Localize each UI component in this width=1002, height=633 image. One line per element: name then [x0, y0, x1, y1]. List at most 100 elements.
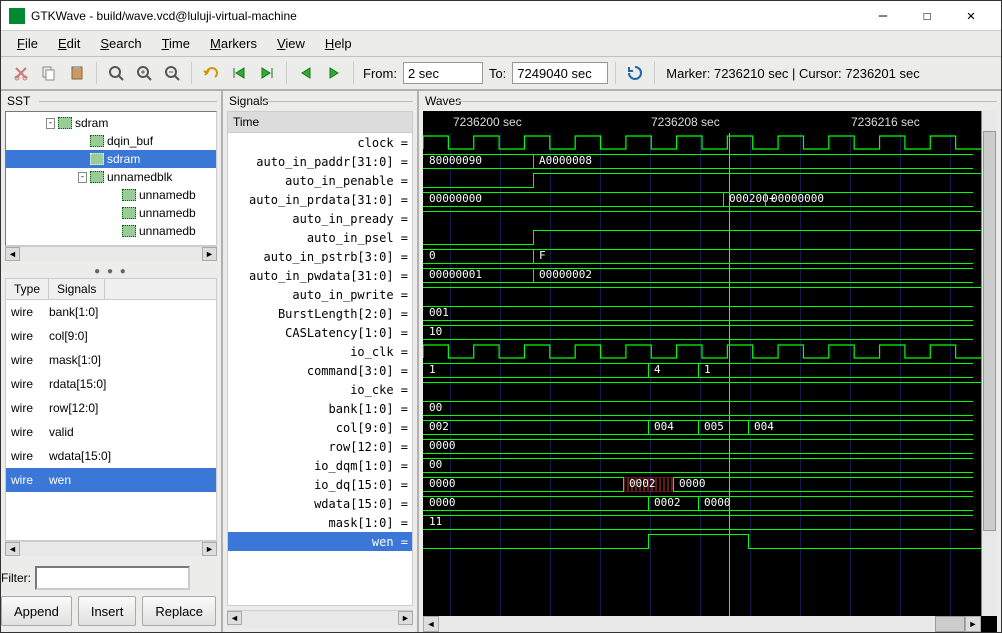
signal-list-row[interactable]: wirewdata[15:0] — [6, 444, 216, 468]
wave-track[interactable] — [423, 209, 981, 228]
signal-name-row[interactable]: col[9:0] = — [228, 418, 412, 437]
signal-name-row[interactable]: auto_in_psel = — [228, 228, 412, 247]
tree-hscrollbar[interactable]: ◄► — [5, 246, 217, 261]
signal-list-row[interactable]: wirecol[9:0] — [6, 324, 216, 348]
wave-track[interactable]: 11 — [423, 513, 981, 532]
signal-name-row[interactable]: io_cke = — [228, 380, 412, 399]
tree-node[interactable]: unnamedb — [6, 186, 216, 204]
signal-name-row[interactable]: CASLatency[1:0] = — [228, 323, 412, 342]
wave-track[interactable]: 002004005004 — [423, 418, 981, 437]
tree-node[interactable]: sdram — [6, 150, 216, 168]
zoom-in-icon[interactable] — [132, 61, 156, 85]
append-button[interactable]: Append — [1, 596, 72, 626]
wave-track[interactable] — [423, 285, 981, 304]
wave-track[interactable]: 00 — [423, 456, 981, 475]
col-type[interactable]: Type — [6, 279, 49, 299]
filter-input[interactable] — [35, 566, 190, 590]
wave-track[interactable] — [423, 532, 981, 551]
wave-track[interactable]: 0000 — [423, 437, 981, 456]
wave-track[interactable]: 141 — [423, 361, 981, 380]
signal-list-row[interactable]: wirewen — [6, 468, 216, 492]
signal-list-row[interactable]: wirebank[1:0] — [6, 300, 216, 324]
minimize-button[interactable]: — — [861, 2, 905, 30]
wave-track[interactable] — [423, 133, 981, 152]
paste-icon[interactable] — [65, 61, 89, 85]
undo-icon[interactable] — [199, 61, 223, 85]
signals-hscrollbar[interactable]: ◄► — [227, 610, 413, 628]
wave-track[interactable]: 0F — [423, 247, 981, 266]
signal-name-row[interactable]: wdata[15:0] = — [228, 494, 412, 513]
menu-help[interactable]: Help — [315, 32, 362, 55]
signal-name-row[interactable]: io_clk = — [228, 342, 412, 361]
cut-icon[interactable] — [9, 61, 33, 85]
zoom-out-icon[interactable] — [160, 61, 184, 85]
menu-edit[interactable]: Edit — [48, 32, 90, 55]
menu-file[interactable]: File — [7, 32, 48, 55]
menu-search[interactable]: Search — [90, 32, 151, 55]
copy-icon[interactable] — [37, 61, 61, 85]
signal-name-row[interactable]: wen = — [228, 532, 412, 551]
col-signals[interactable]: Signals — [49, 279, 105, 299]
wave-track[interactable] — [423, 171, 981, 190]
signal-name-row[interactable]: clock = — [228, 133, 412, 152]
signal-name-row[interactable]: auto_in_prdata[31:0] = — [228, 190, 412, 209]
signal-list-row[interactable]: wiremask[1:0] — [6, 348, 216, 372]
signal-list-row[interactable]: wirerow[12:0] — [6, 396, 216, 420]
signal-name-row[interactable]: io_dqm[1:0] = — [228, 456, 412, 475]
signal-name-row[interactable]: io_dq[15:0] = — [228, 475, 412, 494]
wave-track[interactable]: 00 — [423, 399, 981, 418]
wave-track[interactable] — [423, 342, 981, 361]
wave-vscrollbar[interactable] — [981, 111, 997, 616]
replace-button[interactable]: Replace — [142, 596, 216, 626]
to-input[interactable] — [512, 62, 608, 84]
seek-end-icon[interactable] — [255, 61, 279, 85]
menu-markers[interactable]: Markers — [200, 32, 267, 55]
signal-name-row[interactable]: auto_in_pstrb[3:0] = — [228, 247, 412, 266]
signal-name-row[interactable]: auto_in_penable = — [228, 171, 412, 190]
wave-hscrollbar[interactable]: ◄► — [423, 616, 981, 632]
wave-track[interactable] — [423, 380, 981, 399]
signal-name-row[interactable]: auto_in_pwrite = — [228, 285, 412, 304]
signal-name-row[interactable]: auto_in_paddr[31:0] = — [228, 152, 412, 171]
tree-node[interactable]: -unnamedblk — [6, 168, 216, 186]
signal-name-row[interactable]: auto_in_pready = — [228, 209, 412, 228]
signal-name-row[interactable]: auto_in_pwdata[31:0] = — [228, 266, 412, 285]
wave-track[interactable]: 001 — [423, 304, 981, 323]
prev-icon[interactable] — [294, 61, 318, 85]
hierarchy-tree[interactable]: -sdramdqin_bufsdram-unnamedblkunnamedbun… — [5, 111, 217, 246]
wave-track[interactable]: 0000000100000002 — [423, 266, 981, 285]
menu-time[interactable]: Time — [152, 32, 200, 55]
insert-button[interactable]: Insert — [78, 596, 137, 626]
zoom-fit-icon[interactable] — [104, 61, 128, 85]
splitter-handle[interactable]: ● ● ● — [1, 265, 221, 278]
next-icon[interactable] — [322, 61, 346, 85]
signal-list[interactable]: wirebank[1:0]wirecol[9:0]wiremask[1:0]wi… — [5, 300, 217, 541]
signal-name-row[interactable]: command[3:0] = — [228, 361, 412, 380]
signal-name-list[interactable]: clock =auto_in_paddr[31:0] =auto_in_pena… — [227, 132, 413, 606]
wave-track[interactable]: 000000020000 — [423, 475, 981, 494]
signal-name-row[interactable]: mask[1:0] = — [228, 513, 412, 532]
maximize-button[interactable]: ☐ — [905, 2, 949, 30]
close-button[interactable]: ✕ — [949, 2, 993, 30]
tree-node[interactable]: unnamedb — [6, 204, 216, 222]
wave-view[interactable]: 7236200 sec7236208 sec7236216 sec 800000… — [423, 111, 997, 632]
tree-node[interactable]: dqin_buf — [6, 132, 216, 150]
wave-track[interactable]: 10 — [423, 323, 981, 342]
signal-name-row[interactable]: row[12:0] = — [228, 437, 412, 456]
signal-list-row[interactable]: wirevalid — [6, 420, 216, 444]
wave-timeline[interactable]: 7236200 sec7236208 sec7236216 sec — [423, 111, 997, 133]
siglist-hscrollbar[interactable]: ◄► — [5, 541, 217, 556]
signal-list-row[interactable]: wirerdata[15:0] — [6, 372, 216, 396]
wave-track[interactable]: 00000000000200+00000000 — [423, 190, 981, 209]
tree-node[interactable]: unnamedb — [6, 222, 216, 240]
seek-start-icon[interactable] — [227, 61, 251, 85]
wave-track[interactable] — [423, 228, 981, 247]
signal-name-row[interactable]: BurstLength[2:0] = — [228, 304, 412, 323]
from-input[interactable] — [403, 62, 483, 84]
wave-track[interactable]: 000000020000 — [423, 494, 981, 513]
menu-view[interactable]: View — [267, 32, 315, 55]
wave-track[interactable]: 80000090A0000008 — [423, 152, 981, 171]
reload-icon[interactable] — [623, 61, 647, 85]
signal-name-row[interactable]: bank[1:0] = — [228, 399, 412, 418]
tree-node[interactable]: -sdram — [6, 114, 216, 132]
